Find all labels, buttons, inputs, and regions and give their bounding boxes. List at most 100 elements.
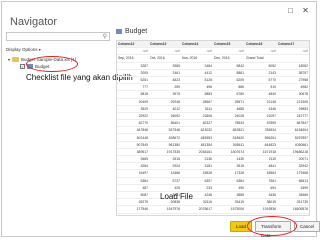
table-cell: 3181 bbox=[181, 162, 213, 171]
table-row: 2665 2515 2136 1430 2115 20071 bbox=[117, 155, 309, 164]
column-header[interactable]: Column13 bbox=[149, 41, 181, 49]
table-cell: 4050661 bbox=[277, 141, 309, 149]
table-cell: 2484 bbox=[181, 62, 213, 70]
table-cell: 1671918 bbox=[245, 148, 277, 157]
table-cell: null bbox=[277, 47, 309, 56]
table-row: 177546 1547976 2078617 1575006 1919836 168095… bbox=[117, 205, 309, 214]
table-row: 20409 29248 28567 25571 22148 121905 bbox=[117, 98, 309, 106]
table-row: 389517 1917535 2048161 1807674 1671918 196862… bbox=[117, 148, 309, 157]
table-cell: 18052 bbox=[277, 62, 309, 70]
column-header[interactable]: Column14 bbox=[181, 41, 213, 49]
table-row: 3287 3985 2484 5842 5052 18052 bbox=[117, 62, 309, 70]
table-cell: 961380 bbox=[149, 141, 181, 149]
column-header[interactable]: Column12 bbox=[117, 41, 149, 49]
table-cell: 179468 bbox=[277, 169, 309, 178]
table-cell: 490 bbox=[213, 184, 245, 192]
column-header[interactable]: Column15 bbox=[213, 41, 245, 49]
table-cell: 4348 bbox=[245, 105, 277, 113]
search-input[interactable]: ⚲ bbox=[6, 32, 110, 41]
table-cell: 3975 bbox=[149, 90, 181, 99]
table-cell: 4841 bbox=[245, 162, 277, 171]
column-header[interactable]: Column17 bbox=[277, 41, 309, 49]
table-cell: 56401 bbox=[149, 119, 181, 128]
preview-grid[interactable]: Column12 Column13 Column14 Column15 Column16… bbox=[116, 40, 310, 216]
table-cell: Grand Total bbox=[245, 54, 277, 63]
display-options-dropdown[interactable]: Display Options ▾ bbox=[6, 47, 41, 52]
table-cell: 2115 bbox=[245, 155, 277, 164]
table-cell: 3284 bbox=[117, 162, 149, 171]
table-cell: 67859 bbox=[245, 119, 277, 128]
table-cell: 24028 bbox=[213, 112, 245, 121]
table-cell: 22922 bbox=[117, 112, 149, 121]
window-controls: □ ✕ bbox=[286, 6, 310, 15]
table-cell: 16809576 bbox=[277, 205, 309, 214]
table-cell: 7561 bbox=[245, 177, 277, 185]
table-cell: 27958 bbox=[277, 76, 309, 85]
table-cell: 496 bbox=[181, 83, 213, 92]
table-cell: 1547976 bbox=[149, 205, 181, 214]
table-cell: 2078617 bbox=[181, 205, 213, 214]
table-cell: 2005 bbox=[117, 69, 149, 77]
table-cell: 5257897 bbox=[277, 133, 309, 142]
annotation-load-text: Load File bbox=[160, 192, 193, 201]
table-row: 2005 2461 4412 8881 2143 38757 bbox=[117, 69, 309, 77]
header-row: Column12 Column13 Column14 Column15 Column16… bbox=[117, 41, 309, 49]
table-cell: 21097 bbox=[245, 112, 277, 121]
table-cell: 259 bbox=[149, 83, 181, 92]
table-row: 5251 4823 5128 6205 5770 27958 bbox=[117, 76, 309, 85]
table-cell: 3287 bbox=[117, 62, 149, 70]
table-cell: 5842 bbox=[213, 62, 245, 70]
close-icon[interactable]: ✕ bbox=[301, 6, 310, 15]
table-cell: 3885 bbox=[213, 191, 245, 200]
table-icon bbox=[116, 29, 122, 34]
table-cell: Nov, 2016 bbox=[181, 54, 213, 63]
table-cell: 652821 bbox=[213, 126, 245, 135]
table-cell: 907849 bbox=[117, 141, 149, 149]
restore-icon[interactable]: □ bbox=[286, 6, 295, 15]
cancel-button[interactable]: Cancel bbox=[293, 221, 320, 232]
table-cell: 6205 bbox=[213, 76, 245, 85]
table-cell: 3499 bbox=[277, 184, 309, 192]
table-cell bbox=[277, 54, 309, 63]
table-row: 777 259 496 886 910 4982 bbox=[117, 83, 309, 92]
collapse-icon[interactable]: ▾ bbox=[8, 57, 10, 62]
table-cell: 389517 bbox=[117, 148, 149, 157]
table-cell: 21806 bbox=[181, 112, 213, 121]
table-cell: 68613 bbox=[277, 177, 309, 185]
table-cell: null bbox=[117, 47, 149, 56]
preview-title: Budget bbox=[125, 28, 148, 35]
table-cell: 687847 bbox=[277, 119, 309, 128]
table-cell: 18563 bbox=[245, 169, 277, 178]
table-row: 3529 4012 5111 4685 4348 29853 bbox=[117, 105, 309, 113]
table-cell: 32942 bbox=[277, 162, 309, 171]
table-cell: 62327 bbox=[181, 119, 213, 128]
table-cell: 518620 bbox=[213, 133, 245, 142]
table-cell: 1919836 bbox=[245, 205, 277, 214]
table-cell: 4012 bbox=[149, 105, 181, 113]
table-cell: 34565 bbox=[277, 191, 309, 200]
table-cell: 467846 bbox=[117, 126, 149, 135]
folder-icon bbox=[12, 57, 20, 62]
table-cell: null bbox=[149, 47, 181, 56]
table-cell: 5770 bbox=[245, 76, 277, 85]
annotation-ellipse-buttons bbox=[247, 216, 297, 236]
table-cell: 502448 bbox=[117, 133, 149, 142]
table-cell: Dec, 2016 bbox=[213, 54, 245, 63]
column-header[interactable]: Column16 bbox=[245, 41, 277, 49]
table-cell: 29853 bbox=[277, 105, 309, 113]
table-row: 15497 13486 15828 17328 18563 179468 bbox=[117, 169, 309, 178]
table-cell: 62770 bbox=[117, 119, 149, 128]
table-row: 467846 537548 623032 652821 786534 6154504 bbox=[117, 126, 309, 135]
table-cell: 3518 bbox=[213, 162, 245, 171]
table-cell: 487 bbox=[117, 184, 149, 192]
preview-header: Budget bbox=[116, 28, 312, 35]
table-cell: 5818 bbox=[117, 90, 149, 99]
table-cell: 694 bbox=[245, 184, 277, 192]
table-cell: Sep, 2016 bbox=[117, 54, 149, 63]
table-cell: 5087 bbox=[117, 191, 149, 200]
table-cell: 25571 bbox=[213, 98, 245, 106]
table-cell: 537548 bbox=[149, 126, 181, 135]
table-cell: 331739 bbox=[277, 198, 309, 207]
table-cell: 2924 bbox=[149, 162, 181, 171]
budget-checkbox[interactable]: ✓ bbox=[20, 64, 25, 69]
